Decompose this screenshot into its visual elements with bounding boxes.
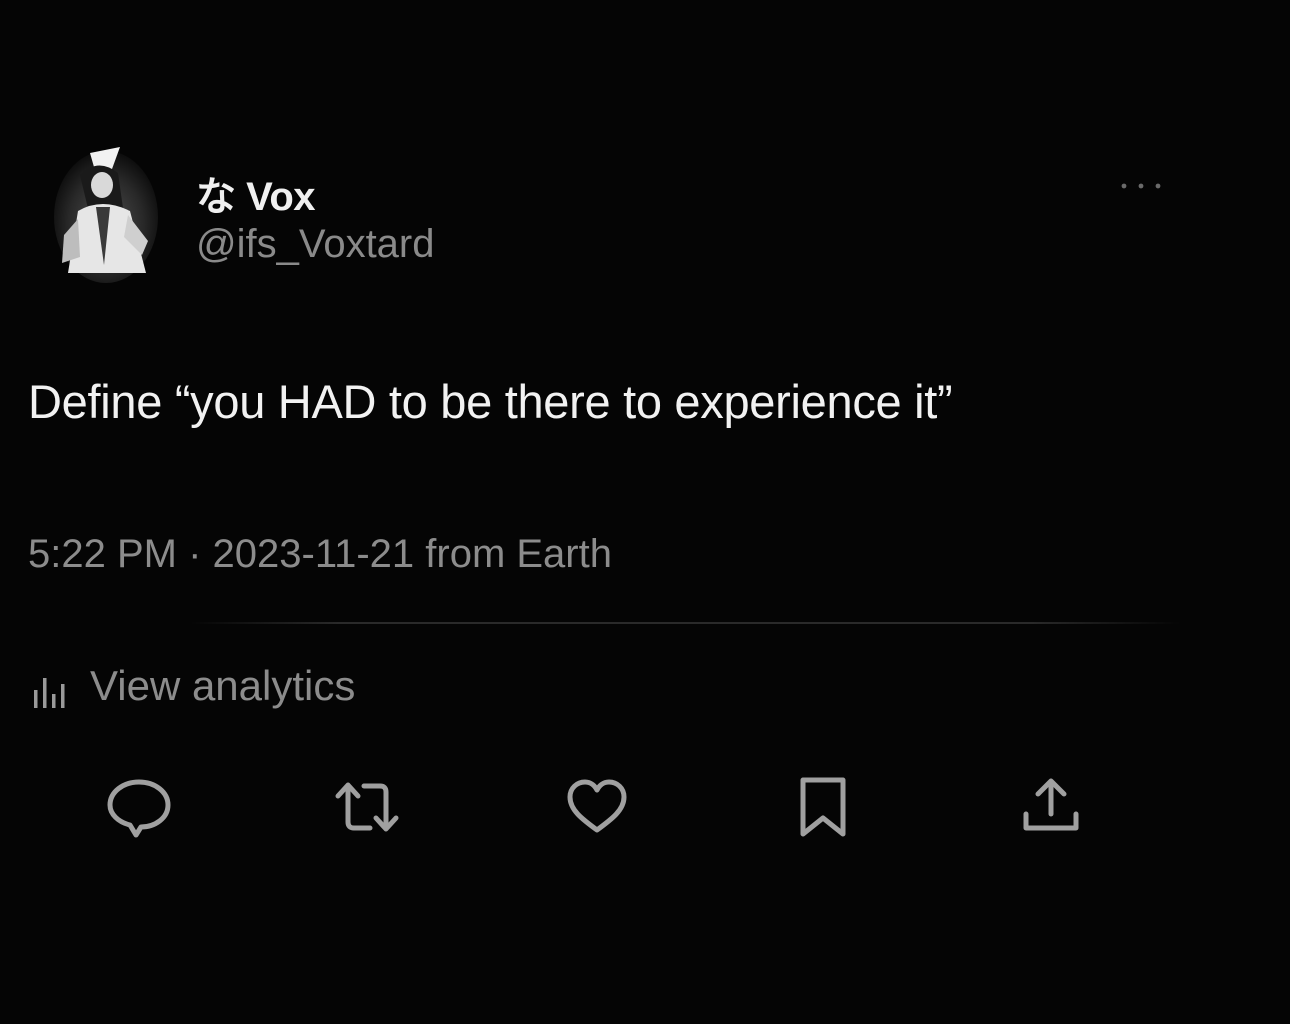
- display-name[interactable]: な Vox: [196, 164, 316, 222]
- view-analytics-label: View analytics: [90, 662, 356, 709]
- bar-chart-icon: [34, 678, 65, 708]
- like-button[interactable]: [562, 772, 632, 842]
- share-button[interactable]: [1016, 772, 1086, 842]
- reply-button[interactable]: [104, 772, 174, 842]
- avatar-image: [54, 147, 158, 283]
- more-options-icon[interactable]: [1118, 176, 1164, 196]
- heart-icon: [567, 779, 627, 833]
- tweet-timestamp[interactable]: 5:22 PM · 2023-11-21 from Earth: [28, 532, 612, 577]
- speech-bubble-icon: [107, 779, 171, 838]
- retweet-arrows-icon: [335, 782, 399, 832]
- share-upload-icon: [1023, 778, 1079, 831]
- view-analytics-link[interactable]: View analytics: [28, 662, 355, 710]
- retweet-button[interactable]: [332, 772, 402, 842]
- avatar[interactable]: [50, 145, 162, 285]
- divider: [190, 622, 1180, 624]
- bookmark-button[interactable]: [788, 772, 858, 842]
- user-handle[interactable]: @ifs_Voxtard: [196, 222, 435, 267]
- bookmark-icon: [800, 777, 846, 837]
- tweet-card: な Vox @ifs_Voxtard Define “you HAD to be…: [0, 0, 1290, 1024]
- tweet-text: Define “you HAD to be there to experienc…: [28, 375, 953, 428]
